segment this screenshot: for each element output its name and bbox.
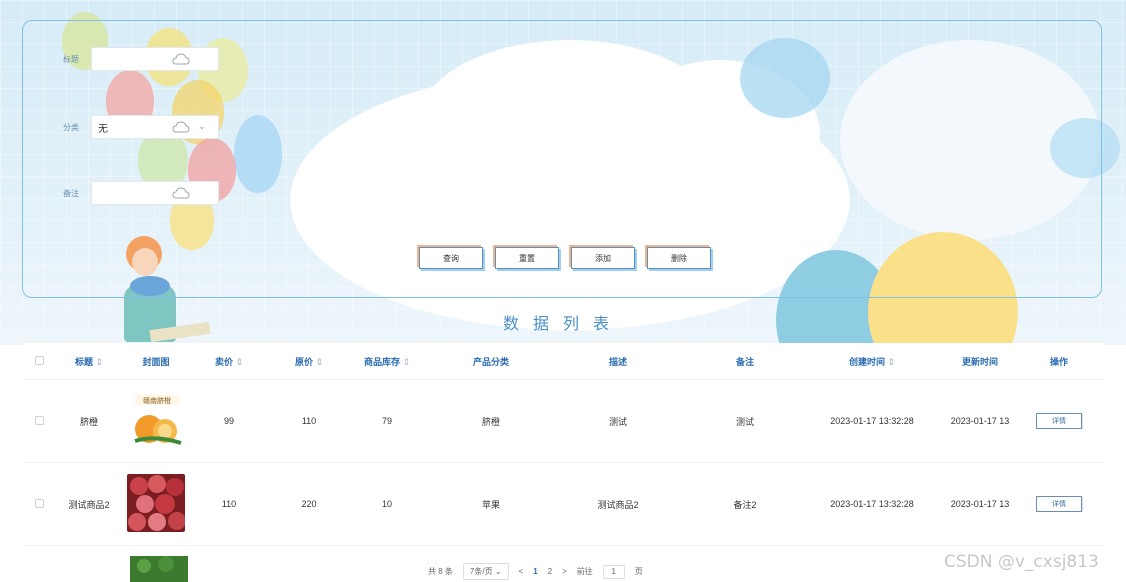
header-category: 产品分类 [472,356,509,367]
cell-price: 110 [221,499,237,509]
cell-original-price: 220 [301,499,317,509]
category-select[interactable]: 无 ⌄ [91,115,219,139]
cloud-icon [172,187,190,199]
total-count: 共 8 条 [428,567,453,576]
cell-price: 99 [223,416,234,426]
watermark: CSDN @v_cxsj813 [944,552,1099,572]
cell-stock: 10 [381,499,392,509]
sort-icon: ⇕ [315,356,324,367]
header-description: 描述 [608,356,627,367]
cell-action: 详情 [1026,413,1092,429]
cell-stock: 79 [381,416,392,426]
cell-description: 测试商品2 [597,499,639,510]
header-updated: 更新时间 [961,356,998,367]
prev-page-button[interactable]: < [519,567,524,576]
cell-original-price: 110 [301,416,317,426]
cell-remark: 备注2 [733,499,757,510]
list-title: 数据列表 [502,316,623,333]
next-page-button[interactable]: > [562,567,567,576]
header-action: 操作 [1049,356,1068,367]
table-header: 标题 ⇕ 封面图 卖价 ⇕ 原价 ⇕ 商品库存 ⇕ 产品分类 描述 备注 创建时… [24,343,1104,380]
cell-remark: 测试 [735,416,754,427]
cell-cover [124,474,188,534]
cell-action: 详情 [1026,496,1092,512]
search-panel: 标题 分类 无 ⌄ 备注 查询 重置 添加 删除 [22,20,1102,298]
cell-updated: 2023-01-17 13 [950,499,1010,509]
cell-category: 苹果 [481,499,500,510]
row-checkbox[interactable] [24,498,54,510]
header-created[interactable]: 创建时间 ⇕ [810,355,934,368]
cell-title: 脐橙 [79,416,98,427]
header-remark: 备注 [735,356,754,367]
header-title[interactable]: 标题 ⇕ [54,355,124,368]
cell-title: 测试商品2 [68,499,110,510]
chevron-down-icon: ⌄ [198,121,206,131]
add-button[interactable]: 添加 [571,247,635,269]
cell-description: 测试 [608,416,627,427]
title-input[interactable] [91,47,219,71]
delete-button[interactable]: 删除 [647,247,711,269]
category-field: 分类 无 ⌄ [63,115,219,139]
pagination: 共 8 条 7条/页 ⌄ < 1 2 > 前往 1 页 [428,563,643,580]
title-label: 标题 [63,54,79,64]
action-buttons: 查询 重置 添加 删除 [419,247,711,269]
page-suffix: 页 [634,567,643,576]
cell-created: 2023-01-17 13:32:28 [830,416,914,426]
table-row: 测试商品2 110 220 10 苹果 测试商品2 备注2 2023-01-17… [24,463,1104,546]
data-table: 标题 ⇕ 封面图 卖价 ⇕ 原价 ⇕ 商品库存 ⇕ 产品分类 描述 备注 创建时… [24,343,1104,582]
cell-updated: 2023-01-17 13 [950,416,1010,426]
cloud-icon [172,121,190,133]
remark-input[interactable] [91,181,219,205]
header-price[interactable]: 卖价 ⇕ [188,355,270,368]
cell-created: 2023-01-17 13:32:28 [830,499,914,509]
goto-label: 前往 [576,567,593,576]
sort-icon: ⇕ [95,356,104,367]
remark-label: 备注 [63,188,79,198]
row-checkbox[interactable] [24,415,54,427]
sort-icon: ⇕ [887,356,896,367]
title-field: 标题 [63,47,219,71]
detail-button[interactable]: 详情 [1036,413,1082,429]
cell-cover: 赣南脐橙 [124,391,188,451]
reset-button[interactable]: 重置 [495,247,559,269]
chevron-down-icon: ⌄ [494,567,502,576]
query-button[interactable]: 查询 [419,247,483,269]
cloud-icon [172,53,190,65]
apple-image [127,474,186,532]
product-image-partial [130,556,188,582]
detail-button[interactable]: 详情 [1036,496,1082,512]
orange-image: 赣南脐橙 [127,391,185,449]
select-all-checkbox[interactable] [24,355,54,367]
page-size-select[interactable]: 7条/页 ⌄ [462,563,509,580]
goto-page-input[interactable]: 1 [602,564,625,579]
category-label: 分类 [63,122,79,132]
remark-field: 备注 [63,181,219,205]
page-2-button[interactable]: 2 [548,567,552,576]
header-original-price[interactable]: 原价 ⇕ [270,355,348,368]
page-1-button[interactable]: 1 [533,567,537,576]
table-row: 脐橙 赣南脐橙 99 110 79 脐橙 测试 测试 2023-01-17 13… [24,380,1104,463]
header-cover: 封面图 [142,356,170,367]
header-stock[interactable]: 商品库存 ⇕ [348,355,426,368]
svg-text:赣南脐橙: 赣南脐橙 [143,396,171,405]
sort-icon: ⇕ [402,356,411,367]
category-value: 无 [98,123,108,135]
sort-icon: ⇕ [235,356,244,367]
cell-category: 脐橙 [481,416,500,427]
